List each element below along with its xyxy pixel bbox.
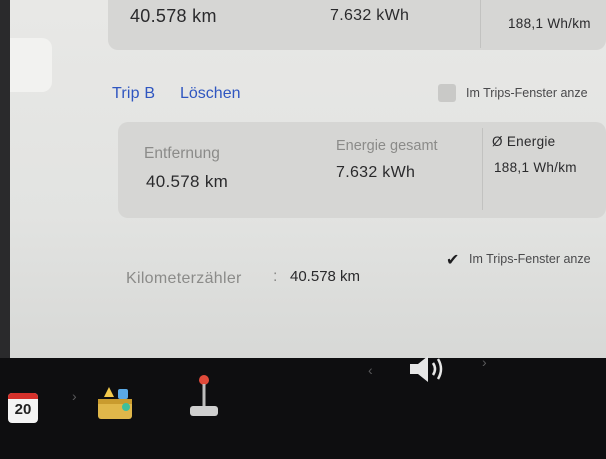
trip-a-energy: 7.632 kWh [330, 7, 410, 24]
volume-up-button[interactable]: › [482, 354, 487, 370]
joystick-icon[interactable] [184, 372, 224, 422]
odometer-label: Kilometerzähler [126, 270, 242, 287]
trip-b-title: Trip B [112, 85, 156, 102]
trip-a-avg-energy: 188,1 Wh/km [508, 16, 591, 31]
trip-a-distance: 40.578 km [130, 6, 217, 26]
trip-b-show-label: Im Trips-Fenster anze [466, 86, 588, 100]
calendar-day: 20 [14, 401, 32, 418]
calendar-icon[interactable]: 20 [8, 393, 38, 423]
trip-b-energy-label: Energie gesamt [336, 138, 438, 154]
screen: 40.578 km 7.632 kWh 188,1 Wh/km Trip B L… [0, 0, 606, 459]
odometer-separator: : [273, 268, 278, 285]
toybox-icon[interactable] [96, 385, 136, 421]
taskbar [0, 358, 606, 459]
trip-b-distance-value: 40.578 km [146, 172, 229, 191]
odometer-show-checkmark-icon[interactable]: ✔ [446, 250, 459, 270]
volume-icon[interactable] [406, 352, 452, 386]
odometer-value: 40.578 km [290, 268, 361, 285]
trip-b-avg-value: 188,1 Wh/km [494, 160, 577, 175]
trip-b-show-checkbox[interactable] [438, 84, 456, 102]
trip-b-clear-button[interactable]: Löschen [180, 85, 241, 103]
chevron-right-icon: › [72, 388, 77, 404]
odometer-show-label: Im Trips-Fenster anze [469, 252, 591, 266]
volume-down-button[interactable]: ‹ [368, 362, 373, 378]
side-tab[interactable] [10, 38, 52, 92]
trip-b-avg-label: Ø Energie [492, 134, 556, 149]
trip-b-distance-label: Entfernung [144, 145, 220, 162]
trip-b-energy-value: 7.632 kWh [336, 164, 416, 181]
